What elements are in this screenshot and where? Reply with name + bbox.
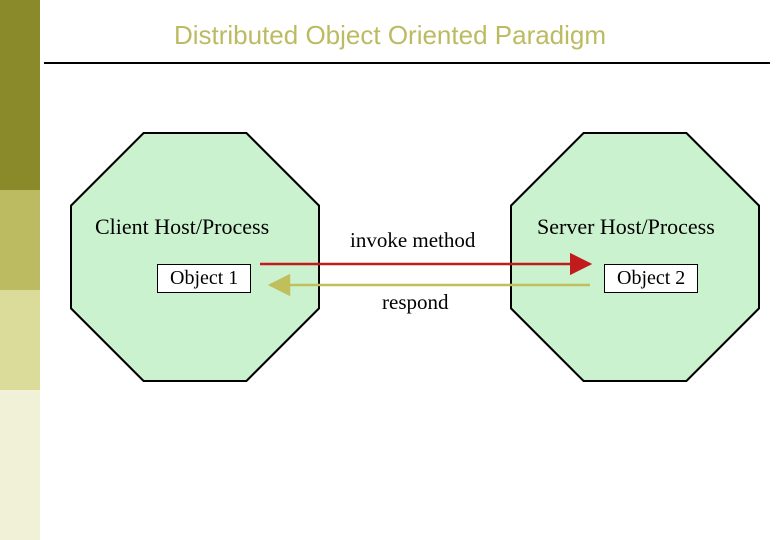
client-host-label: Client Host/Process — [95, 214, 269, 240]
sidebar-stripe — [0, 190, 40, 290]
page-title: Distributed Object Oriented Paradigm — [0, 20, 780, 51]
diagram-stage: Client Host/Process Server Host/Process … — [40, 62, 780, 540]
sidebar-stripe — [0, 390, 40, 540]
object-2-box: Object 2 — [604, 264, 698, 293]
object-1-box: Object 1 — [157, 264, 251, 293]
invoke-arrow-icon — [260, 257, 600, 271]
respond-arrow-icon — [260, 278, 600, 292]
sidebar-stripe — [0, 290, 40, 390]
invoke-method-label: invoke method — [350, 228, 475, 253]
respond-label: respond — [382, 290, 449, 315]
server-host-label: Server Host/Process — [537, 214, 715, 240]
sidebar-decoration — [0, 0, 40, 540]
